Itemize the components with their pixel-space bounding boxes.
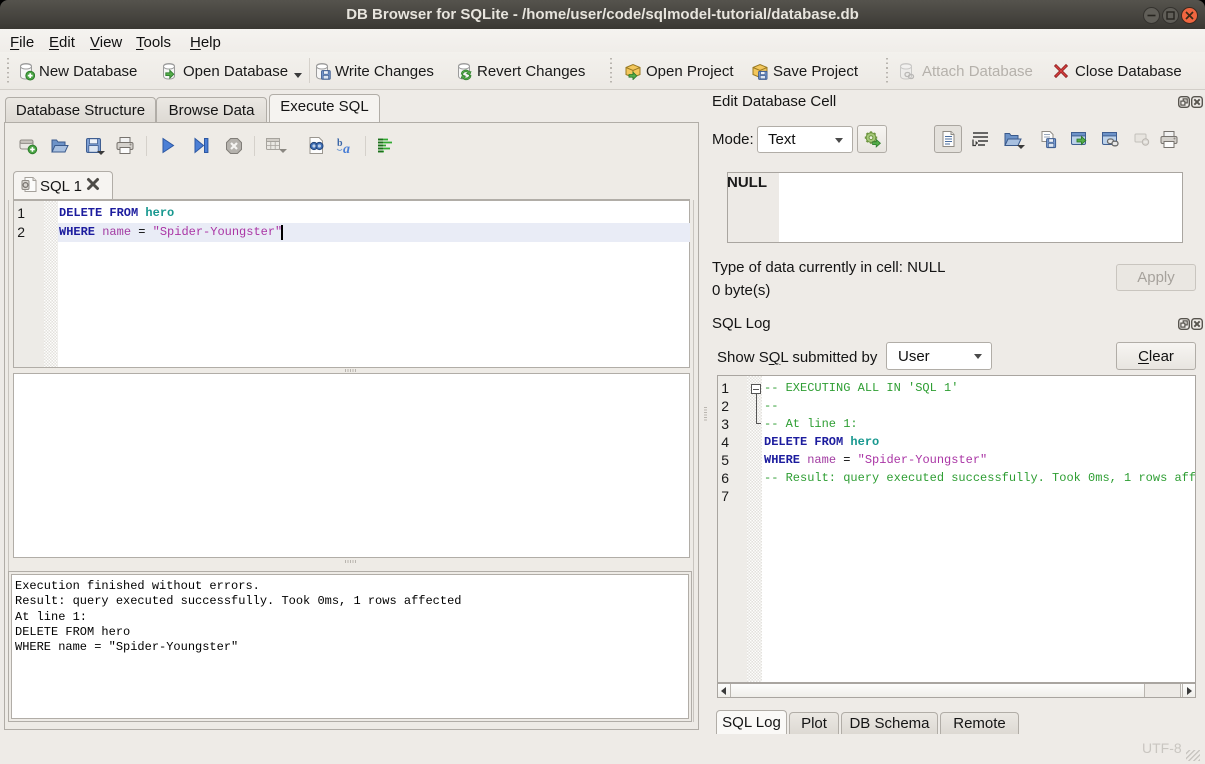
svg-text:a: a [343,142,350,155]
